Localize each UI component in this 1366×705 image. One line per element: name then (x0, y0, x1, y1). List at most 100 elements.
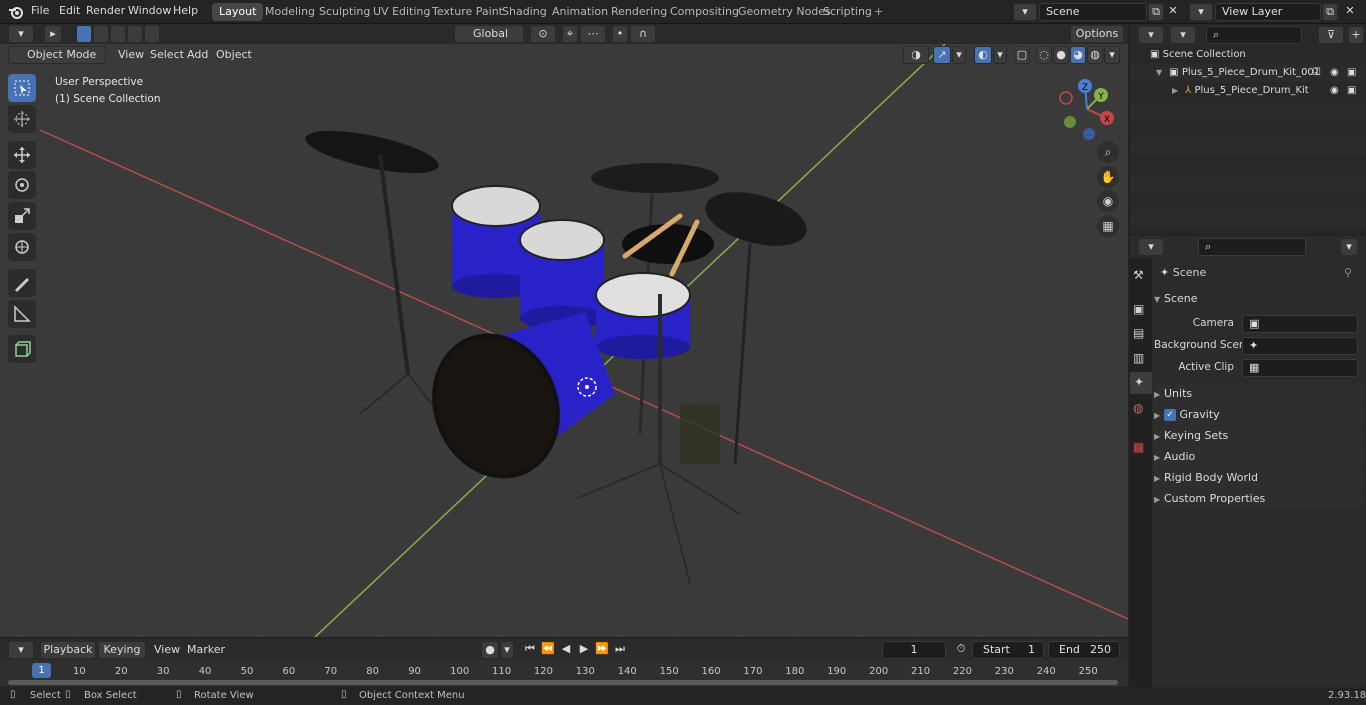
pan-hand-icon[interactable]: ✋ (1097, 166, 1119, 188)
rigid-body-world-panel-header[interactable]: ▶ Rigid Body World (1154, 468, 1362, 488)
scene-tab-icon[interactable]: ✦ (1130, 372, 1152, 394)
shading-rendered-icon[interactable]: ◍ (1087, 46, 1103, 64)
tool-tab-icon[interactable]: ⚒ (1133, 268, 1144, 282)
expand-down-icon[interactable]: ▼ (1156, 64, 1166, 82)
exclude-checkbox-icon[interactable]: ☑ (1312, 64, 1321, 82)
camera-render-icon[interactable]: ▣ (1347, 64, 1356, 82)
world-tab-icon[interactable]: ◍ (1133, 401, 1143, 415)
menu-render[interactable]: Render (86, 4, 125, 17)
output-tab-icon[interactable]: ▤ (1133, 326, 1144, 340)
snap-toggle-icon[interactable]: ⌖ (562, 25, 578, 43)
copy-scene-icon[interactable]: ⧉ (1148, 3, 1164, 21)
snap-target-icon[interactable]: ⋯ (580, 25, 606, 43)
outliner-row-drum-kit-001[interactable]: ▼ ▣ Plus_5_Piece_Drum_Kit_001 ☑ ◉ ▣ (1130, 64, 1366, 82)
shading-wireframe-icon[interactable]: ◌ (1036, 46, 1052, 64)
keying-dropdown[interactable]: Keying (98, 641, 146, 659)
texture-tab-icon[interactable]: ▩ (1133, 440, 1144, 454)
properties-editor-icon[interactable]: ▾ (1138, 238, 1164, 256)
record-icon[interactable]: ● (481, 641, 499, 659)
navigation-gizmo[interactable]: X Y Z (1056, 78, 1118, 140)
expand-right-icon[interactable]: ▶ (1154, 385, 1164, 405)
outliner-filter-icon[interactable]: ⊽ (1318, 26, 1344, 44)
audio-panel-header[interactable]: ▶ Audio (1154, 447, 1362, 467)
add-workspace-button[interactable]: + (867, 3, 890, 21)
scene-name-field[interactable]: Scene (1039, 3, 1147, 21)
select-box-tool[interactable] (8, 74, 36, 102)
keying-sets-panel-header[interactable]: ▶ Keying Sets (1154, 426, 1362, 446)
proportional-falloff-icon[interactable]: ∩ (630, 25, 656, 43)
copy-view-layer-icon[interactable]: ⧉ (1322, 3, 1338, 21)
zoom-icon[interactable]: ⌕ (1097, 141, 1119, 163)
annotate-tool[interactable] (8, 269, 36, 297)
outliner-display-mode-icon[interactable]: ▾ (1170, 26, 1196, 44)
jump-start-icon[interactable]: ⏮ (521, 641, 539, 659)
jump-keyframe-back-icon[interactable]: ⏪ (539, 641, 557, 659)
editor-type-icon[interactable]: ▾ (8, 25, 34, 43)
eye-icon[interactable]: ◉ (1330, 82, 1339, 100)
camera-render-icon[interactable]: ▣ (1347, 82, 1356, 100)
select-mode-subtract-icon[interactable] (110, 25, 126, 43)
outliner-row-scene-collection[interactable]: ▣ Scene Collection (1130, 46, 1366, 64)
options-dropdown[interactable]: Options (1070, 25, 1124, 43)
add-cube-tool[interactable] (8, 335, 36, 363)
active-clip-field[interactable]: ▦ (1242, 359, 1358, 377)
select-mode-new-icon[interactable] (76, 25, 92, 43)
rotate-tool[interactable] (8, 171, 36, 199)
new-collection-icon[interactable]: + (1348, 26, 1364, 44)
timeline-editor-icon[interactable]: ▾ (8, 641, 34, 659)
properties-options-icon[interactable]: ▾ (1340, 238, 1358, 256)
outliner-search-input[interactable]: ⌕ (1206, 26, 1302, 44)
timeline-scrollbar[interactable] (8, 680, 1118, 685)
expand-down-icon[interactable]: ▼ (1154, 290, 1164, 310)
shading-material-icon[interactable]: ◕ (1070, 46, 1086, 64)
proportional-edit-icon[interactable]: • (612, 25, 628, 43)
start-frame-field[interactable]: Start 1 (972, 641, 1044, 659)
menu-file[interactable]: File (31, 4, 49, 17)
transform-tool[interactable] (8, 233, 36, 261)
pivot-point-icon[interactable]: ⊙ (530, 25, 556, 43)
play-reverse-icon[interactable]: ◀ (557, 641, 575, 659)
visibility-icon[interactable]: ◑ (903, 46, 929, 64)
xray-toggle-icon[interactable]: ▢ (1014, 46, 1030, 64)
gizmo-toggle-icon[interactable]: ↗ (933, 46, 951, 64)
background-scene-field[interactable]: ✦ (1242, 337, 1358, 355)
current-frame-field[interactable]: 1 (882, 641, 946, 659)
tab-layout[interactable]: Layout (212, 3, 264, 21)
expand-right-icon[interactable]: ▶ (1172, 82, 1182, 100)
close-view-layer-icon[interactable]: ✕ (1342, 3, 1358, 21)
playhead-frame-label[interactable]: 1 (32, 663, 51, 678)
scene-panel-header[interactable]: ▼ Scene (1154, 289, 1362, 309)
3d-viewport[interactable]: User Perspective (1) Scene Collection X … (0, 44, 1128, 637)
gravity-checkbox[interactable]: ✓ (1164, 409, 1176, 421)
grid-projection-icon[interactable]: ▦ (1097, 215, 1119, 237)
end-frame-field[interactable]: End 250 (1048, 641, 1120, 659)
expand-right-icon[interactable]: ▶ (1154, 448, 1164, 468)
menu-window[interactable]: Window (128, 4, 171, 17)
select-mode-invert-icon[interactable] (127, 25, 143, 43)
scene-selector-icon[interactable]: ▾ (1013, 3, 1037, 21)
stopwatch-icon[interactable]: ⏱ (952, 641, 970, 659)
shading-dropdown-icon[interactable]: ▾ (1104, 46, 1120, 64)
render-tab-icon[interactable]: ▣ (1133, 302, 1144, 316)
view-layer-tab-icon[interactable]: ▥ (1133, 351, 1144, 365)
move-tool[interactable] (8, 141, 36, 169)
transform-orientation-dropdown[interactable]: Global (454, 25, 524, 43)
expand-right-icon[interactable]: ▶ (1154, 490, 1164, 510)
close-scene-icon[interactable]: ✕ (1165, 3, 1181, 21)
eye-icon[interactable]: ◉ (1330, 64, 1339, 82)
overlay-dropdown-icon[interactable]: ▾ (993, 46, 1007, 64)
menu-add[interactable]: Add (187, 48, 208, 61)
record-dropdown-icon[interactable]: ▾ (500, 641, 514, 659)
camera-view-icon[interactable]: ◉ (1097, 190, 1119, 212)
menu-help[interactable]: Help (173, 4, 198, 17)
select-mode-intersect-icon[interactable] (144, 25, 160, 43)
menu-select[interactable]: Select (150, 48, 184, 61)
menu-view[interactable]: View (118, 48, 144, 61)
units-panel-header[interactable]: ▶ Units (1154, 384, 1362, 404)
menu-object[interactable]: Object (216, 48, 252, 61)
tool-cursor-icon[interactable]: ▸ (44, 25, 62, 43)
object-mode-dropdown[interactable]: Object Mode (8, 46, 106, 64)
jump-end-icon[interactable]: ⏭ (611, 641, 629, 659)
outliner-editor-icon[interactable]: ▾ (1138, 26, 1164, 44)
playback-dropdown[interactable]: Playback (40, 641, 96, 659)
